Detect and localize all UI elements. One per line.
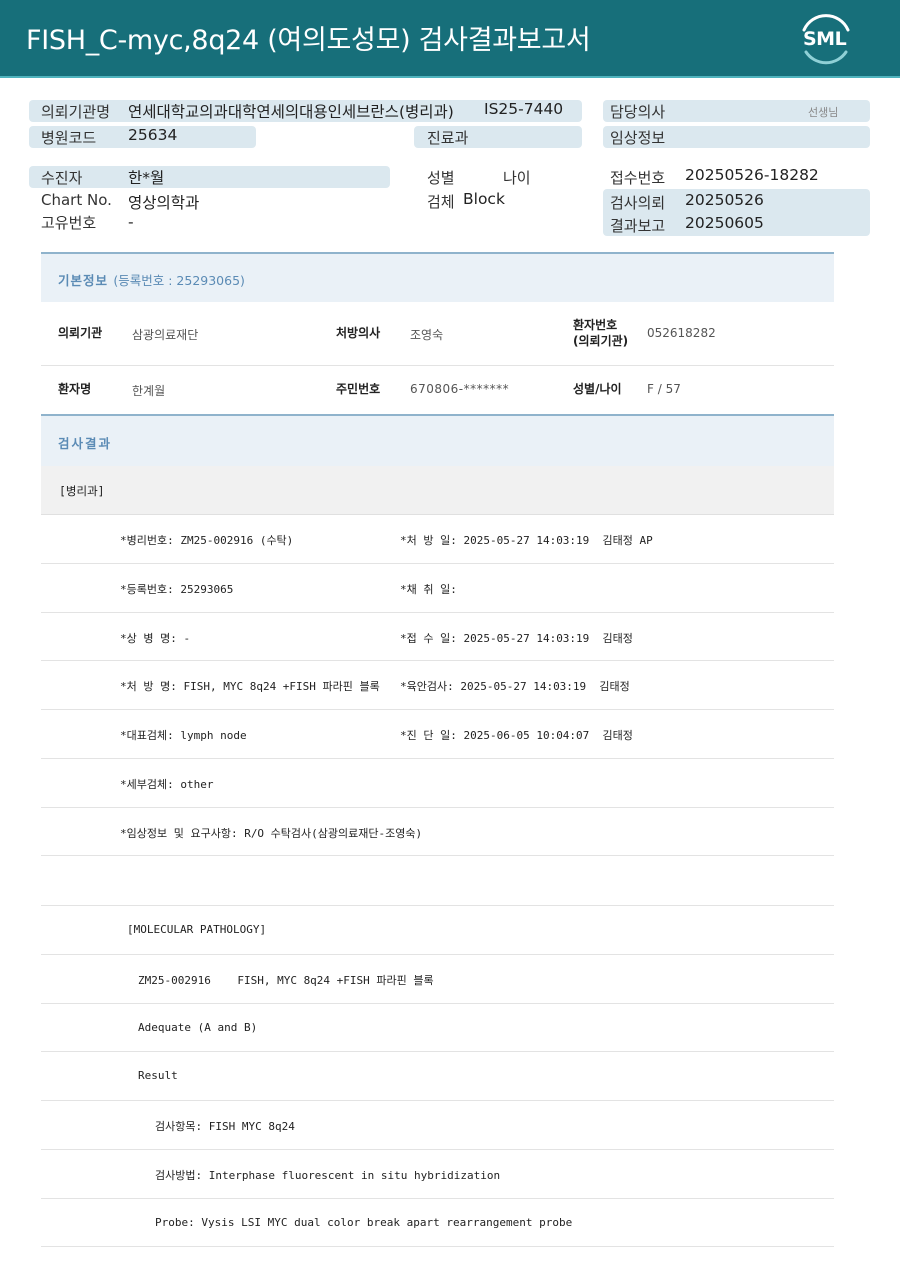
result-left: *처 방 명: FISH, MYC 8q24 +FISH 파라핀 블록: [120, 680, 380, 693]
blank-row: [41, 856, 834, 906]
result-right: *진 단 일: 2025-06-05 10:04:07 김태정: [400, 729, 633, 742]
patient-value: 한*월: [128, 169, 165, 187]
molecular-line: Result: [138, 1069, 178, 1082]
patient-name-label: 환자명: [58, 382, 92, 396]
pathology-section-band: [병리과]: [41, 466, 834, 515]
result-right: *육안검사: 2025-05-27 14:03:19 김태정: [400, 680, 630, 693]
reference-code: IS25-7440: [484, 100, 564, 118]
molecular-line: Adequate (A and B): [138, 1021, 258, 1034]
department-label: 진료과: [427, 129, 469, 147]
rrn-label: 주민번호: [336, 382, 381, 396]
patient-label: 수진자: [41, 169, 83, 187]
specimen-value: Block: [463, 190, 505, 208]
doctor-info-value: 조영숙: [410, 328, 444, 342]
report-date-label: 결과보고: [610, 217, 666, 235]
doctor-suffix: 선생님: [808, 106, 839, 119]
patient-name-value: 한계월: [132, 384, 166, 398]
result-right: *처 방 일: 2025-05-27 14:03:19 김태정 AP: [400, 534, 653, 547]
molecular-heading: [MOLECULAR PATHOLOGY]: [127, 923, 267, 936]
attending-doctor-label: 담당의사: [610, 103, 666, 121]
patient-box: [29, 166, 390, 188]
chart-no-value: 영상의학과: [128, 194, 200, 212]
report-title: FISH_C-myc,8q24 (여의도성모) 검사결과보고서: [26, 25, 591, 56]
results-title: 검사결과: [58, 436, 113, 451]
result-right: *채 취 일:: [400, 583, 457, 596]
institution-value: 연세대학교의과대학연세의대용인세브란스(병리과): [128, 103, 454, 121]
patient-no-label-2: (의뢰기관): [573, 334, 629, 348]
institution-info-value: 삼광의료재단: [132, 328, 199, 342]
molecular-line: 검사방법: Interphase fluorescent in situ hyb…: [155, 1169, 501, 1182]
unique-no-value: -: [128, 213, 134, 231]
sml-logo: SML: [796, 12, 856, 66]
chart-no-label: Chart No.: [41, 191, 112, 209]
report-date-value: 20250605: [685, 214, 764, 232]
request-date-label: 검사의뢰: [610, 194, 666, 212]
institution-label: 의뢰기관명: [41, 103, 111, 121]
result-left: *상 병 명: -: [120, 632, 191, 645]
sex-age-value: F / 57: [647, 382, 681, 396]
patient-no-label-1: 환자번호: [573, 318, 618, 332]
registration-number: (등록번호 : 25293065): [113, 273, 245, 288]
molecular-line: Probe: Vysis LSI MYC dual color break ap…: [155, 1216, 573, 1229]
institution-info-label: 의뢰기관: [58, 326, 103, 340]
basic-info-header: 기본정보 (등록번호 : 25293065): [41, 252, 834, 302]
patient-no-value: 052618282: [647, 326, 716, 340]
unique-no-label: 고유번호: [41, 214, 97, 232]
molecular-line: ZM25-002916 FISH, MYC 8q24 +FISH 파라핀 블록: [138, 974, 434, 987]
report-header: FISH_C-myc,8q24 (여의도성모) 검사결과보고서 SML: [0, 0, 900, 78]
doctor-info-label: 처방의사: [336, 326, 381, 340]
section-tag: [병리과]: [59, 484, 105, 498]
receipt-no-label: 접수번호: [610, 169, 666, 187]
result-left: *대표검체: lymph node: [120, 729, 247, 742]
sex-age-label: 성별/나이: [573, 382, 622, 396]
rrn-value: 670806-*******: [410, 382, 510, 396]
result-left: *병리번호: ZM25-002916 (수탁): [120, 534, 294, 547]
basic-info-title: 기본정보 (등록번호 : 25293065): [58, 273, 245, 288]
result-left: *세부검체: other: [120, 778, 214, 791]
results-header: 검사결과: [41, 414, 834, 466]
receipt-no-value: 20250526-18282: [685, 166, 819, 184]
hospital-code-label: 병원코드: [41, 129, 97, 147]
sex-label: 성별: [427, 169, 455, 187]
result-right: *접 수 일: 2025-05-27 14:03:19 김태정: [400, 632, 633, 645]
clinical-info-label: 임상정보: [610, 129, 666, 147]
specimen-label: 검체: [427, 193, 455, 211]
result-left: *등록번호: 25293065: [120, 583, 234, 596]
age-label: 나이: [503, 169, 531, 187]
hospital-code-value: 25634: [128, 126, 178, 144]
logo-text: SML: [803, 28, 847, 50]
request-date-value: 20250526: [685, 191, 764, 209]
molecular-line: 검사항목: FISH MYC 8q24: [155, 1120, 295, 1133]
result-left: *임상정보 및 요구사항: R/O 수탁검사(삼광의료재단-조영숙): [120, 827, 423, 840]
